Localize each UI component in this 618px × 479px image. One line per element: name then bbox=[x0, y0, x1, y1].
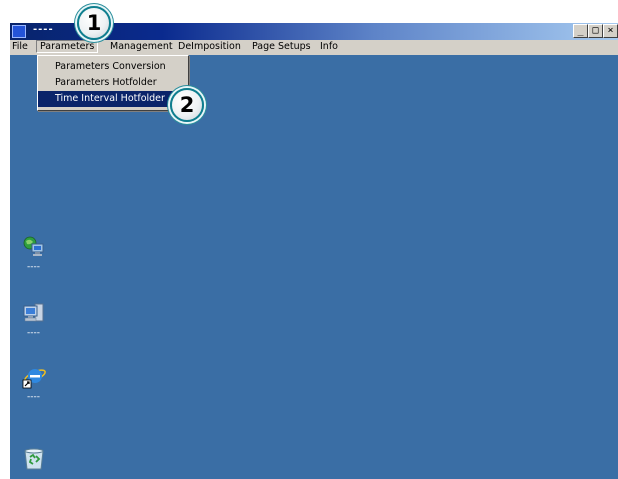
menu-item-parameters-conversion[interactable]: Parameters Conversion bbox=[38, 59, 188, 75]
menu-parameters[interactable]: Parameters bbox=[36, 40, 99, 53]
menu-management[interactable]: Management bbox=[110, 41, 173, 52]
desktop-icon-internet-explorer[interactable]: ---- bbox=[18, 365, 48, 402]
my-computer-icon bbox=[22, 301, 46, 325]
maximize-button[interactable]: □ bbox=[588, 24, 603, 38]
window-controls: _ □ × bbox=[573, 24, 618, 39]
desktop-icon-label: ---- bbox=[27, 328, 40, 338]
step-callout-1: 1 bbox=[77, 6, 111, 40]
desktop-icon-recycle-bin[interactable] bbox=[18, 447, 48, 474]
menu-info[interactable]: Info bbox=[320, 41, 338, 52]
app-icon[interactable] bbox=[12, 25, 26, 38]
desktop-icon-label: ---- bbox=[27, 392, 40, 402]
minimize-button[interactable]: _ bbox=[573, 24, 588, 38]
step-callout-2: 2 bbox=[170, 88, 204, 122]
menu-deimposition[interactable]: DeImposition bbox=[178, 41, 241, 52]
recycle-bin-icon bbox=[22, 447, 46, 471]
desktop-icon-computer[interactable]: ---- bbox=[18, 301, 48, 338]
menu-item-parameters-hotfolder[interactable]: Parameters Hotfolder bbox=[38, 75, 188, 91]
desktop: ---- ---- ---- bbox=[10, 55, 618, 479]
desktop-icon-network[interactable]: ---- bbox=[18, 235, 48, 272]
internet-explorer-icon bbox=[22, 365, 46, 389]
window-title: ---- bbox=[33, 24, 54, 35]
parameters-dropdown-menu: Parameters Conversion Parameters Hotfold… bbox=[37, 55, 189, 111]
menu-item-time-interval-hotfolder[interactable]: Time Interval Hotfolder bbox=[38, 91, 188, 107]
desktop-icon-label: ---- bbox=[27, 262, 40, 272]
menu-page-setups[interactable]: Page Setups bbox=[252, 41, 311, 52]
menu-file[interactable]: File bbox=[12, 41, 28, 52]
menu-bar: File Parameters Management DeImposition … bbox=[10, 40, 618, 55]
network-globe-icon bbox=[22, 235, 46, 259]
close-button[interactable]: × bbox=[603, 24, 618, 38]
